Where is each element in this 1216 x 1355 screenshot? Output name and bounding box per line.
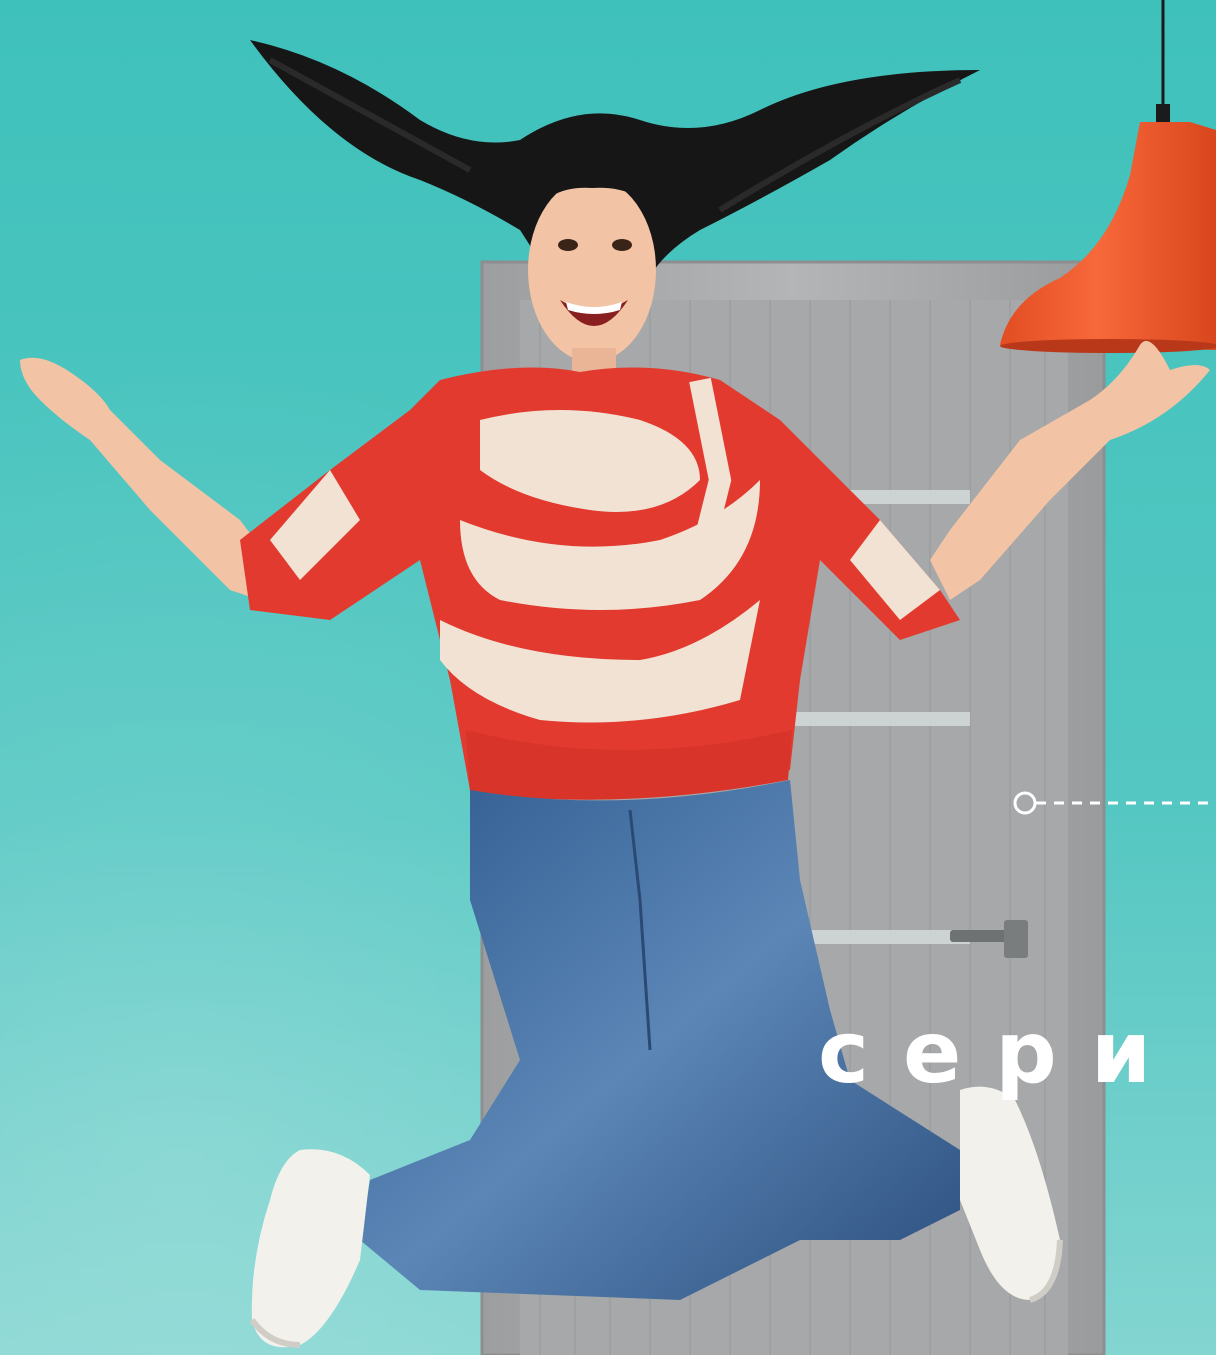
- series-headline: сери: [818, 1003, 1186, 1103]
- promo-banner: сери: [0, 0, 1216, 1355]
- banner-illustration: [0, 0, 1216, 1355]
- face: [528, 178, 656, 362]
